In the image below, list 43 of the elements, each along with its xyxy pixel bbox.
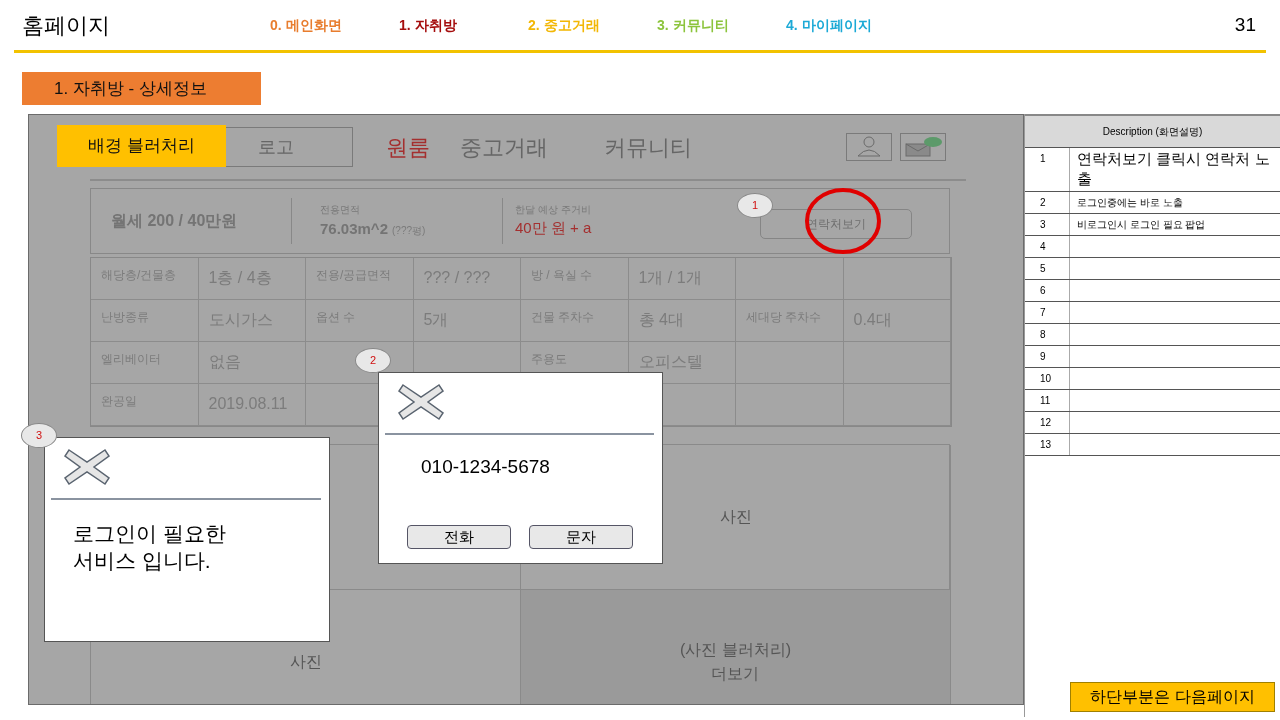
annotation-label: 배경 블러처리	[57, 125, 226, 167]
row-number: 7	[1025, 302, 1070, 323]
detail-value: ??? / ???	[413, 258, 521, 300]
menu-item[interactable]: 커뮤니티	[604, 130, 692, 164]
nav-link[interactable]: 1. 자취방	[399, 14, 528, 36]
row-number: 12	[1025, 412, 1070, 433]
page-title: 홈페이지	[21, 11, 111, 40]
row-number: 4	[1025, 236, 1070, 257]
description-header: Description (화면설명)	[1025, 114, 1280, 148]
nav-link[interactable]: 0. 메인화면	[270, 14, 399, 36]
description-text: 연락처보기 클릭시 연락처 노출	[1076, 149, 1271, 189]
row-number: 2	[1025, 192, 1070, 213]
row-number: 9	[1025, 346, 1070, 367]
row-number: 8	[1025, 324, 1070, 345]
nav-link[interactable]: 2. 중고거래	[528, 14, 657, 36]
photo-caption: (사진 블러처리) 더보기	[679, 640, 792, 684]
popup-button[interactable]: 문자	[529, 525, 633, 549]
note-label: 하단부분은 다음페이지	[1070, 682, 1275, 712]
row-number: 6	[1025, 280, 1070, 301]
row-number: 11	[1025, 390, 1070, 411]
close-icon[interactable]	[63, 448, 111, 486]
menu-item[interactable]: 원룸	[386, 130, 430, 164]
section-label: 1. 자취방 - 상세정보	[22, 72, 261, 105]
mail-icon	[903, 136, 943, 158]
callout-number: 1	[737, 193, 773, 218]
photo-caption: 사진	[719, 507, 752, 527]
nav-link[interactable]: 4. 마이페이지	[786, 14, 915, 36]
description-text: 비로그인시 로그인 필요 팝업	[1076, 218, 1207, 232]
row-number: 3	[1025, 214, 1070, 235]
popup-button[interactable]: 전화	[407, 525, 511, 549]
row-number: 1	[1025, 148, 1070, 191]
cost-value: 40만 원 + a	[515, 218, 592, 239]
phone-number: 010-1234-5678	[420, 455, 551, 479]
menu-item[interactable]: 중고거래	[460, 130, 548, 164]
popup-message: 로그인이 필요한 서비스 입니다.	[72, 521, 227, 575]
close-icon[interactable]	[397, 383, 445, 421]
nav-link[interactable]: 3. 커뮤니티	[657, 14, 786, 36]
row-number: 5	[1025, 258, 1070, 279]
row-number: 10	[1025, 368, 1070, 389]
photo-caption: 사진	[289, 652, 322, 672]
row-number: 13	[1025, 434, 1070, 455]
description-text: 로그인중에는 바로 노출	[1076, 196, 1184, 210]
page-number: 31	[1234, 12, 1257, 37]
